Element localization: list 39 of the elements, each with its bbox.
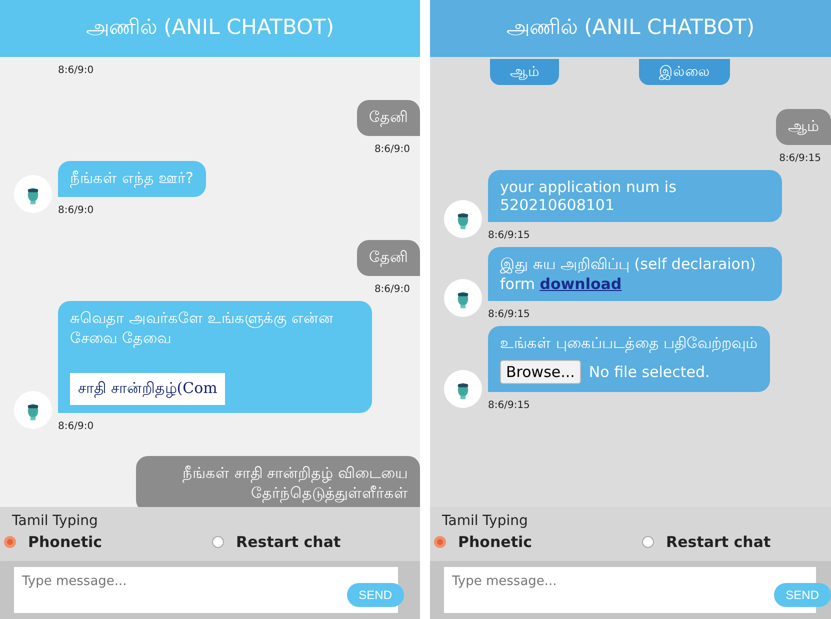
download-link[interactable]: download [540,275,622,293]
timestamp: 8:6/9:0 [374,144,410,155]
timestamp: 8:6/9:0 [374,284,410,295]
message-text: தேனி [369,108,408,128]
file-status: No file selected. [588,363,710,381]
browse-button[interactable]: Browse... [500,360,581,384]
message-text: your application num is 520210608101 [500,178,678,214]
typing-label: Tamil Typing [12,513,99,529]
radio-option[interactable]: Restart chat [212,533,341,551]
radio-icon[interactable] [4,536,16,548]
message-text: தேனி [369,248,408,268]
chat-title: அணில் (ANIL CHATBOT) [0,0,420,57]
chat-title: அணில் (ANIL CHATBOT) [430,0,831,57]
message-text: இது சுய அறிவிப்பு (self declaraion) form download [500,255,757,293]
avatar-icon [444,200,482,238]
timestamp: 8:6/9:15 [488,309,530,320]
radio-option[interactable]: Phonetic [434,533,532,551]
message-text: சுவெதா அவர்களே உங்களுக்கு என்ன சேவை தேவை [70,309,334,349]
radio-option[interactable]: Phonetic [4,533,102,551]
radio-icon[interactable] [642,536,654,548]
timestamp: 8:6/9:0 [58,205,94,216]
radio-option[interactable]: Restart chat [642,533,771,551]
timestamp: 8:6/9:15 [779,153,821,164]
message-text: நீங்கள் சாதி சான்றிதழ் விடையை தேர்ந்தெடுத்துள்ளீர்கள் [182,464,408,504]
radio-icon[interactable] [212,536,224,548]
typing-label: Tamil Typing [442,513,529,529]
radio-icon[interactable] [434,536,446,548]
avatar-icon [444,370,482,408]
message-text: ஆம் [788,117,819,137]
option-button[interactable]: சாதி சான்றிதழ்(Com [70,373,226,405]
message-text: நீங்கள் எந்த ஊர்? [70,169,194,189]
avatar-icon [444,279,482,317]
message-text: உங்கள் புகைப்படத்தை பதிவேற்றவும் [500,334,758,354]
timestamp: 8:6/9:15 [488,230,530,241]
timestamp: 8:6/9:0 [58,65,94,76]
avatar-icon [14,175,52,213]
avatar-icon [14,391,52,429]
timestamp: 8:6/9:0 [58,421,94,432]
timestamp: 8:6/9:15 [488,400,530,411]
